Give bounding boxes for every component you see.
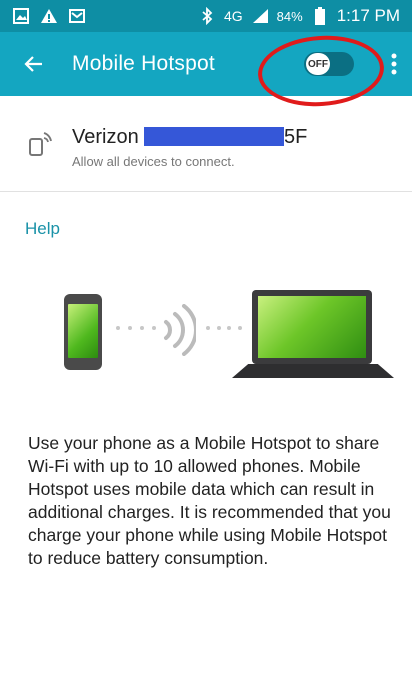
network-name: Verizon [72, 126, 139, 148]
laptop-base [232, 364, 394, 378]
hotspot-description: Use your phone as a Mobile Hotspot to sh… [28, 433, 391, 568]
wifi-signal-icon [164, 304, 196, 356]
connection-dots-left [116, 326, 156, 332]
help-link[interactable]: Help [25, 219, 60, 239]
battery-percent: 84% [276, 8, 303, 24]
notification-icons [12, 7, 86, 25]
network-subtitle: Allow all devices to connect. [72, 154, 235, 169]
image-icon [12, 7, 30, 25]
warning-icon [40, 7, 58, 25]
app-bar: Mobile Hotspot OFF [0, 32, 412, 96]
back-arrow-icon [24, 56, 42, 72]
bluetooth-icon [198, 7, 216, 25]
more-vert-icon [391, 53, 397, 75]
hotspot-illustration [0, 286, 412, 391]
laptop-lid [252, 290, 372, 364]
toggle-state-label: OFF [306, 53, 330, 75]
battery-icon [311, 7, 329, 25]
clock: 1:17 PM [336, 6, 400, 25]
page-title: Mobile Hotspot [72, 52, 215, 75]
phone-screen [68, 304, 98, 358]
laptop-screen [258, 296, 366, 358]
more-options-button[interactable] [386, 50, 402, 78]
signal-icon [251, 7, 269, 25]
redacted-name-block [144, 127, 284, 146]
network-settings-row[interactable]: Verizon 5F Allow all devices to connect. [0, 96, 412, 192]
laptop-illustration [232, 290, 394, 386]
hotspot-device-icon [29, 132, 52, 156]
hotspot-toggle[interactable]: OFF [304, 52, 354, 76]
system-indicators: 4G 84% 1:17 PM [198, 6, 400, 26]
network-type-label: 4G [223, 8, 243, 24]
status-bar: 4G 84% 1:17 PM [0, 0, 412, 32]
back-button[interactable] [20, 50, 48, 78]
mail-icon [68, 7, 86, 25]
phone-illustration [64, 294, 102, 370]
network-name-suffix: 5F [284, 126, 308, 148]
